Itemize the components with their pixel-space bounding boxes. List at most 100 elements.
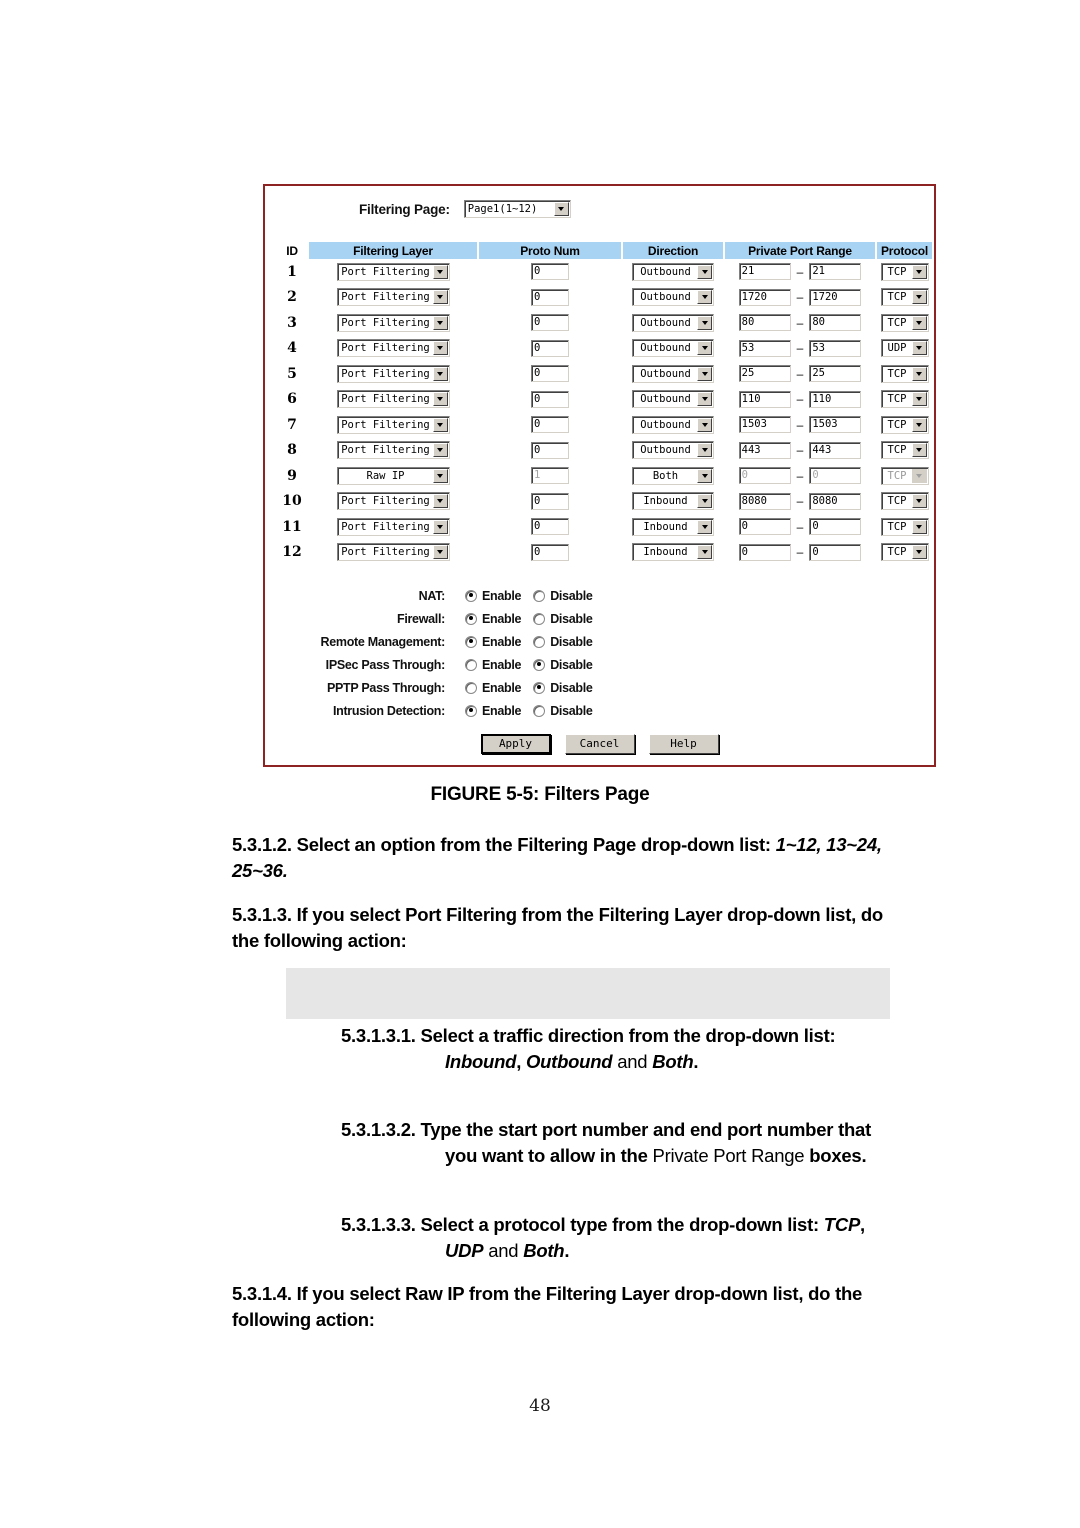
chevron-down-icon[interactable] <box>911 392 927 407</box>
radio-option-disable[interactable]: Disable <box>533 658 593 672</box>
chevron-down-icon[interactable] <box>432 290 448 305</box>
port-start-input[interactable]: 0 <box>738 518 791 536</box>
radio-option-enable[interactable]: Enable <box>465 658 521 672</box>
radio-icon[interactable] <box>533 612 546 625</box>
radio-icon[interactable] <box>533 658 546 671</box>
chevron-down-icon[interactable] <box>432 519 448 534</box>
radio-option-enable[interactable]: Enable <box>465 704 521 718</box>
chevron-down-icon[interactable] <box>432 366 448 381</box>
chevron-down-icon[interactable] <box>911 341 927 356</box>
direction-select[interactable]: Inbound <box>632 492 714 511</box>
chevron-down-icon[interactable] <box>697 545 712 560</box>
filtering-layer-select[interactable]: Port Filtering <box>336 390 450 409</box>
apply-button[interactable]: Apply <box>480 734 551 754</box>
port-end-input[interactable]: 1503 <box>809 416 862 434</box>
filtering-page-select[interactable]: Page1(1~12) <box>463 200 571 218</box>
chevron-down-icon[interactable] <box>697 264 712 279</box>
port-start-input[interactable]: 0 <box>738 543 791 561</box>
filtering-layer-select[interactable]: Port Filtering <box>336 364 450 383</box>
port-end-input[interactable]: 0 <box>809 543 862 561</box>
filtering-layer-select[interactable]: Port Filtering <box>336 415 450 434</box>
proto-num-input[interactable]: 0 <box>531 543 569 561</box>
filtering-layer-select[interactable]: Port Filtering <box>336 441 450 460</box>
radio-icon[interactable] <box>465 658 477 671</box>
radio-icon[interactable] <box>465 612 477 625</box>
radio-option-enable[interactable]: Enable <box>465 635 521 649</box>
proto-num-input[interactable]: 0 <box>531 288 569 306</box>
proto-num-input[interactable]: 0 <box>531 365 569 383</box>
chevron-down-icon[interactable] <box>911 443 927 458</box>
port-start-input[interactable]: 1503 <box>738 416 791 434</box>
chevron-down-icon[interactable] <box>697 315 712 330</box>
proto-num-input[interactable]: 0 <box>531 390 569 408</box>
port-end-input[interactable]: 443 <box>809 441 862 459</box>
radio-icon[interactable] <box>533 589 546 602</box>
chevron-down-icon[interactable] <box>432 494 448 509</box>
port-end-input[interactable]: 21 <box>809 263 862 281</box>
chevron-down-icon[interactable] <box>911 417 927 432</box>
radio-icon[interactable] <box>465 704 477 717</box>
filtering-layer-select[interactable]: Port Filtering <box>336 313 450 332</box>
chevron-down-icon[interactable] <box>432 443 448 458</box>
protocol-select[interactable]: TCP <box>880 517 929 536</box>
port-end-input[interactable]: 8080 <box>809 492 862 510</box>
protocol-select[interactable]: TCP <box>880 466 929 485</box>
chevron-down-icon[interactable] <box>697 392 712 407</box>
protocol-select[interactable]: TCP <box>880 288 929 307</box>
direction-select[interactable]: Outbound <box>632 441 714 460</box>
filtering-layer-select[interactable]: Port Filtering <box>336 492 450 511</box>
radio-option-enable[interactable]: Enable <box>465 589 521 603</box>
filtering-layer-select[interactable]: Port Filtering <box>336 262 450 281</box>
direction-select[interactable]: Outbound <box>632 313 714 332</box>
chevron-down-icon[interactable] <box>432 315 448 330</box>
chevron-down-icon[interactable] <box>432 392 448 407</box>
proto-num-input[interactable]: 0 <box>531 492 569 510</box>
port-start-input[interactable]: 53 <box>738 339 791 357</box>
direction-select[interactable]: Outbound <box>632 262 714 281</box>
proto-num-input[interactable]: 0 <box>531 416 569 434</box>
chevron-down-icon[interactable] <box>697 519 712 534</box>
chevron-down-icon[interactable] <box>911 519 927 534</box>
radio-option-disable[interactable]: Disable <box>533 589 593 603</box>
chevron-down-icon[interactable] <box>432 417 448 432</box>
radio-option-disable[interactable]: Disable <box>533 635 593 649</box>
radio-option-enable[interactable]: Enable <box>465 612 521 626</box>
port-start-input[interactable]: 8080 <box>738 492 791 510</box>
chevron-down-icon[interactable] <box>911 264 927 279</box>
port-start-input[interactable]: 1720 <box>738 288 791 306</box>
filtering-layer-select[interactable]: Port Filtering <box>336 517 450 536</box>
chevron-down-icon[interactable] <box>697 290 712 305</box>
proto-num-input[interactable]: 0 <box>531 314 569 332</box>
port-start-input[interactable]: 0 <box>738 467 791 485</box>
chevron-down-icon[interactable] <box>911 468 927 483</box>
chevron-down-icon[interactable] <box>432 468 448 483</box>
chevron-down-icon[interactable] <box>911 366 927 381</box>
port-end-input[interactable]: 110 <box>809 390 862 408</box>
port-start-input[interactable]: 443 <box>738 441 791 459</box>
proto-num-input[interactable]: 0 <box>531 339 569 357</box>
proto-num-input[interactable]: 1 <box>531 467 569 485</box>
protocol-select[interactable]: TCP <box>880 313 929 332</box>
protocol-select[interactable]: TCP <box>880 390 929 409</box>
protocol-select[interactable]: TCP <box>880 415 929 434</box>
direction-select[interactable]: Inbound <box>632 543 714 562</box>
proto-num-input[interactable]: 0 <box>531 441 569 459</box>
filtering-layer-select[interactable]: Raw IP <box>336 466 450 485</box>
port-start-input[interactable]: 80 <box>738 314 791 332</box>
radio-icon[interactable] <box>533 681 546 694</box>
chevron-down-icon[interactable] <box>697 468 712 483</box>
radio-icon[interactable] <box>465 589 477 602</box>
chevron-down-icon[interactable] <box>697 417 712 432</box>
chevron-down-icon[interactable] <box>697 341 712 356</box>
radio-icon[interactable] <box>533 635 546 648</box>
filtering-layer-select[interactable]: Port Filtering <box>336 288 450 307</box>
radio-option-disable[interactable]: Disable <box>533 704 593 718</box>
radio-option-disable[interactable]: Disable <box>533 681 593 695</box>
port-end-input[interactable]: 0 <box>809 518 862 536</box>
cancel-button[interactable]: Cancel <box>564 734 635 754</box>
port-start-input[interactable]: 25 <box>738 365 791 383</box>
direction-select[interactable]: Outbound <box>632 390 714 409</box>
direction-select[interactable]: Outbound <box>632 415 714 434</box>
chevron-down-icon[interactable] <box>697 443 712 458</box>
chevron-down-icon[interactable] <box>911 315 927 330</box>
